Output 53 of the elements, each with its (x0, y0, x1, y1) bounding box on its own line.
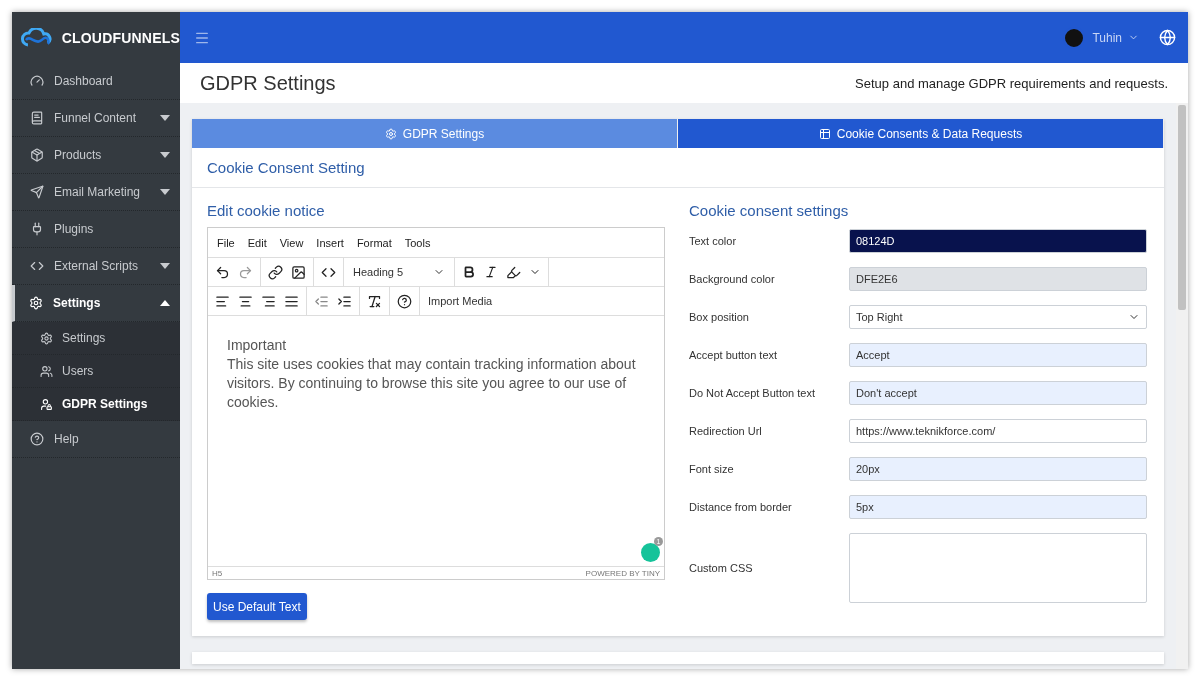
book-icon (30, 111, 44, 125)
editor-branding: POWERED BY TINY (585, 568, 660, 578)
box-icon (30, 148, 44, 162)
help-icon (30, 432, 44, 446)
menu-item[interactable]: File (217, 236, 235, 249)
section-heading: Cookie consent settings (689, 202, 850, 219)
field-label: Do Not Accept Button text (689, 387, 816, 399)
page-subtitle: Setup and manage GDPR requirements and requests. (855, 75, 1168, 91)
field-label: Distance from border (689, 501, 793, 513)
globe-icon[interactable] (1159, 29, 1176, 46)
code-icon (30, 259, 44, 273)
table-icon (818, 127, 831, 140)
use-default-button[interactable]: Use Default Text (207, 593, 307, 620)
text-field[interactable]: Accept (849, 343, 1147, 367)
menu-item[interactable]: Edit (247, 236, 267, 249)
field-label: Accept button text (689, 349, 779, 361)
text-field[interactable]: 5px (849, 495, 1147, 519)
menu-item[interactable]: View (279, 236, 304, 249)
user-name[interactable]: Tuhin (1092, 30, 1122, 45)
menu-item[interactable]: Tools (404, 236, 431, 249)
notice-text: This site uses cookies that may contain tracking information about visitors. By continuing to browse this site you agree to our use of cookies. (227, 355, 637, 412)
plug-icon (30, 222, 44, 236)
notice-title: Important (227, 336, 288, 355)
paper-plane-icon (30, 185, 44, 199)
section-heading: Edit cookie notice (207, 202, 326, 219)
link-button[interactable] (266, 262, 285, 282)
settings-icon (29, 296, 43, 310)
color-field[interactable]: 08124D (849, 229, 1147, 253)
card-title: Cookie Consent Setting (207, 159, 365, 176)
menu-item[interactable]: Insert (316, 236, 344, 249)
field-label: Background color (689, 273, 776, 285)
field-label: Custom CSS (689, 562, 754, 574)
text-field[interactable]: 20px (849, 457, 1147, 481)
color-field[interactable]: DFE2E6 (849, 267, 1147, 291)
menu-item[interactable]: Format (356, 236, 392, 249)
field-label: Font size (689, 463, 735, 475)
user-lock-icon (40, 397, 53, 411)
dashboard-icon (30, 74, 44, 88)
page-title: GDPR Settings (200, 71, 336, 95)
field-label: Box position (689, 311, 750, 323)
tab[interactable]: Cookie Consents & Data Requests (678, 119, 1164, 148)
text-field[interactable]: https://www.teknikforce.com/ (849, 419, 1147, 443)
field-label: Text color (689, 235, 738, 247)
format-select[interactable]: Heading 5 (349, 266, 449, 278)
text-field[interactable]: Don't accept (849, 381, 1147, 405)
users-icon (40, 364, 53, 378)
settings-icon (384, 127, 397, 140)
element-path: H5 (212, 568, 223, 578)
position-select[interactable]: Top Right (849, 305, 1147, 329)
brand-name: CLOUDFUNNELS (61, 29, 180, 46)
settings-icon (40, 331, 53, 345)
field-label: Redirection Url (689, 425, 763, 437)
import-media-button[interactable]: Import Media (420, 295, 501, 307)
